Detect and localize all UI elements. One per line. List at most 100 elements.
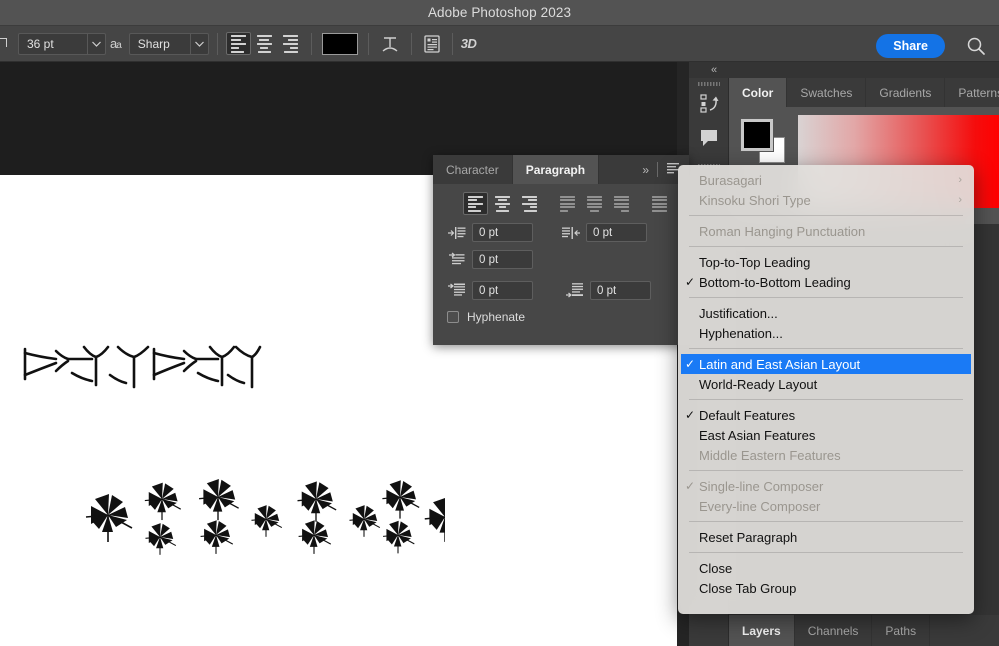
- menu-item[interactable]: Justification...: [678, 303, 974, 323]
- menu-item-label: Kinsoku Shori Type: [699, 193, 974, 208]
- menu-item[interactable]: Close Tab Group: [678, 578, 974, 598]
- menu-item[interactable]: Hyphenation...: [678, 323, 974, 343]
- options-bar: 36 pt aa Sharp: [0, 26, 999, 62]
- header-divider: [657, 162, 658, 177]
- paragraph-panel: Character Paragraph »: [433, 155, 689, 345]
- space-after-paragraph-icon: [563, 282, 587, 300]
- tab-color[interactable]: Color: [729, 78, 787, 107]
- toolbar-divider: [311, 33, 312, 55]
- justify-all-icon[interactable]: [647, 192, 672, 215]
- menu-item[interactable]: Reset Paragraph: [678, 527, 974, 547]
- align-center-icon[interactable]: [490, 192, 515, 215]
- layers-panel-tabs: Layers Channels Paths: [729, 615, 999, 646]
- indent-left-margin-icon: [445, 224, 469, 242]
- tab-channels[interactable]: Channels: [795, 615, 873, 646]
- tab-swatches[interactable]: Swatches: [787, 78, 866, 107]
- toolbar-divider: [217, 33, 218, 55]
- menu-item-label: Roman Hanging Punctuation: [699, 224, 974, 239]
- menu-item-label: Every-line Composer: [699, 499, 974, 514]
- font-size-input[interactable]: 36 pt: [18, 33, 106, 55]
- menu-item-label: Middle Eastern Features: [699, 448, 974, 463]
- comments-icon[interactable]: [689, 120, 729, 154]
- checkmark-icon: ✓: [685, 357, 699, 371]
- double-chevron-left-icon: «: [711, 64, 717, 76]
- menu-separator: [689, 348, 963, 349]
- menu-item-label: Top-to-Top Leading: [699, 255, 974, 270]
- align-center-icon[interactable]: [252, 32, 277, 55]
- align-right-icon[interactable]: [517, 192, 542, 215]
- anti-aliasing-icon: aa: [110, 36, 121, 51]
- foreground-background-colors[interactable]: [741, 119, 787, 163]
- history-icon[interactable]: [689, 86, 729, 120]
- text-color-swatch[interactable]: [322, 33, 358, 55]
- tab-character[interactable]: Character: [433, 155, 513, 184]
- chevron-down-icon[interactable]: [191, 41, 208, 47]
- menu-item-label: Reset Paragraph: [699, 530, 974, 545]
- menu-item-label: Close: [699, 561, 974, 576]
- submenu-arrow-icon: ›: [958, 174, 962, 186]
- menu-item-label: World-Ready Layout: [699, 377, 974, 392]
- toolbar-divider: [368, 33, 369, 55]
- paragraph-panel-context-menu: Burasagari›Kinsoku Shori Type›Roman Hang…: [678, 165, 974, 614]
- menu-item-label: Bottom-to-Bottom Leading: [699, 275, 974, 290]
- cuneiform-line-1: [22, 335, 262, 397]
- indent-left-margin-input[interactable]: 0 pt: [472, 223, 533, 242]
- align-right-icon[interactable]: [278, 32, 303, 55]
- checkmark-icon: ✓: [685, 408, 699, 422]
- align-left-icon[interactable]: [226, 32, 251, 55]
- menu-item: Every-line Composer: [678, 496, 974, 516]
- menu-item-label: Latin and East Asian Layout: [699, 357, 971, 372]
- three-d-button[interactable]: 3D: [461, 36, 477, 51]
- menu-item[interactable]: ✓Latin and East Asian Layout: [681, 354, 971, 374]
- indent-row-3: 0 pt 0 pt: [433, 281, 689, 300]
- hyphenate-row: Hyphenate: [433, 310, 689, 324]
- share-button[interactable]: Share: [876, 34, 945, 58]
- character-paragraph-panels-icon[interactable]: [420, 32, 444, 56]
- double-chevron-right-icon[interactable]: »: [642, 163, 648, 177]
- text-size-icon: [0, 34, 10, 54]
- font-size-value: 36 pt: [19, 37, 60, 51]
- menu-item[interactable]: Close: [678, 558, 974, 578]
- collapse-dock-button[interactable]: «: [689, 62, 999, 78]
- space-after-paragraph-input[interactable]: 0 pt: [590, 281, 651, 300]
- align-left-icon[interactable]: [463, 192, 488, 215]
- menu-item: Middle Eastern Features: [678, 445, 974, 465]
- justify-last-right-icon[interactable]: [609, 192, 634, 215]
- chevron-down-icon[interactable]: [88, 41, 105, 47]
- anti-aliasing-select[interactable]: Sharp: [129, 33, 209, 55]
- toolbar-divider: [452, 33, 453, 55]
- menu-item-label: Single-line Composer: [699, 479, 974, 494]
- warp-text-icon[interactable]: [377, 32, 403, 56]
- menu-item: ✓Single-line Composer: [678, 476, 974, 496]
- menu-item[interactable]: Top-to-Top Leading: [678, 252, 974, 272]
- indent-row-2: 0 pt: [433, 250, 689, 269]
- submenu-arrow-icon: ›: [958, 194, 962, 206]
- menu-item[interactable]: ✓Default Features: [678, 405, 974, 425]
- menu-item[interactable]: East Asian Features: [678, 425, 974, 445]
- menu-item[interactable]: ✓Bottom-to-Bottom Leading: [678, 272, 974, 292]
- menu-separator: [689, 552, 963, 553]
- tab-paragraph[interactable]: Paragraph: [513, 155, 599, 184]
- foreground-color-swatch[interactable]: [741, 119, 773, 151]
- space-before-paragraph-input[interactable]: 0 pt: [472, 281, 533, 300]
- menu-item[interactable]: World-Ready Layout: [678, 374, 974, 394]
- tab-paths[interactable]: Paths: [872, 615, 930, 646]
- menu-separator: [689, 246, 963, 247]
- tab-layers[interactable]: Layers: [729, 615, 795, 646]
- search-icon[interactable]: [965, 35, 987, 57]
- tab-gradients[interactable]: Gradients: [866, 78, 945, 107]
- menu-separator: [689, 297, 963, 298]
- justify-last-center-icon[interactable]: [582, 192, 607, 215]
- title-bar: Adobe Photoshop 2023: [0, 0, 999, 26]
- paragraph-alignment-group: [226, 32, 303, 55]
- toolbar-divider: [411, 33, 412, 55]
- tab-patterns[interactable]: Patterns: [945, 78, 999, 107]
- hyphenate-checkbox[interactable]: [447, 311, 459, 323]
- indent-right-margin-input[interactable]: 0 pt: [586, 223, 647, 242]
- space-before-paragraph-icon: [445, 282, 469, 300]
- justify-last-left-icon[interactable]: [555, 192, 580, 215]
- menu-separator: [689, 470, 963, 471]
- paragraph-panel-body: 0 pt 0 pt: [433, 184, 689, 324]
- window-title: Adobe Photoshop 2023: [428, 5, 571, 20]
- indent-first-line-input[interactable]: 0 pt: [472, 250, 533, 269]
